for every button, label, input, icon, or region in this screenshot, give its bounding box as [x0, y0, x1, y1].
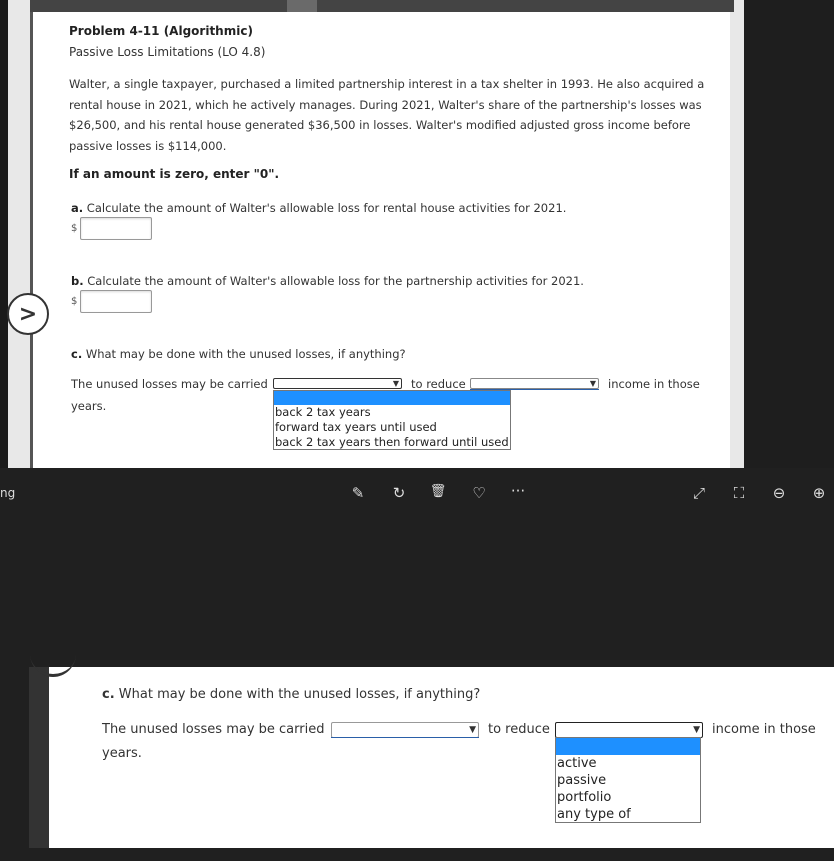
- heart-icon[interactable]: ♡: [469, 484, 489, 502]
- problem-card-rail: [30, 12, 33, 468]
- bottom-sentence-part2: to reduce: [488, 722, 550, 737]
- chevron-down-icon: ▼: [469, 725, 476, 735]
- question-b-letter: b.: [71, 274, 84, 288]
- dropdown-option[interactable]: back 2 tax years then forward until used: [274, 435, 510, 450]
- question-c: c. What may be done with the unused loss…: [71, 347, 406, 361]
- zoom-in-icon[interactable]: ⊕: [809, 484, 829, 502]
- chevron-down-icon: ▼: [693, 725, 700, 735]
- header-tab[interactable]: [287, 0, 317, 12]
- income-type-dropdown[interactable]: active passive portfolio any type of: [555, 737, 701, 823]
- sentence-part3: income in those: [608, 377, 700, 391]
- dropdown-option[interactable]: any type of: [556, 806, 700, 823]
- carry-direction-select[interactable]: ▼: [273, 378, 402, 389]
- bottom-sentence-part4: years.: [102, 746, 142, 761]
- next-arrow-button[interactable]: >: [7, 293, 49, 335]
- question-c-letter: c.: [71, 347, 83, 361]
- zero-instruction: If an amount is zero, enter "0".: [69, 167, 280, 181]
- bottom-carry-underline: [331, 737, 479, 738]
- chevron-down-icon: ▼: [392, 379, 399, 388]
- dropdown-option[interactable]: active: [556, 755, 700, 772]
- fit-screen-icon[interactable]: ⛶: [729, 484, 749, 502]
- edit-image-icon[interactable]: ✎: [348, 484, 368, 502]
- question-a-text: Calculate the amount of Walter's allowab…: [86, 201, 567, 215]
- dollar-sign-b: $: [71, 296, 78, 307]
- dropdown-option[interactable]: portfolio: [556, 789, 700, 806]
- answer-b-input[interactable]: [80, 290, 152, 313]
- dropdown-option-blank[interactable]: [274, 391, 510, 405]
- toolbar-edge-text: ng: [0, 486, 16, 500]
- income-type-select[interactable]: ▼: [470, 378, 599, 389]
- dropdown-option[interactable]: back 2 tax years: [274, 405, 510, 420]
- bottom-question-c-letter: c.: [102, 687, 115, 702]
- dropdown-option[interactable]: forward tax years until used: [274, 420, 510, 435]
- sentence-part1: The unused losses may be carried: [71, 377, 268, 391]
- problem-subtitle: Passive Loss Limitations (LO 4.8): [69, 45, 266, 59]
- problem-title: Problem 4-11 (Algorithmic): [69, 24, 253, 38]
- bottom-question-c-text: What may be done with the unused losses,…: [118, 687, 481, 702]
- sentence-part2: to reduce: [411, 377, 466, 391]
- question-c-text: What may be done with the unused losses,…: [85, 347, 406, 361]
- right-dark-edge: [744, 0, 834, 468]
- more-icon[interactable]: ···: [508, 482, 528, 500]
- header-strip: [30, 0, 734, 12]
- bottom-carry-direction-select[interactable]: ▼: [331, 722, 479, 738]
- expand-icon[interactable]: ⤢: [689, 484, 709, 502]
- question-a-letter: a.: [71, 201, 84, 215]
- zoom-out-icon[interactable]: ⊖: [769, 484, 789, 502]
- dropdown-option-blank[interactable]: [556, 738, 700, 755]
- bottom-question-c: c. What may be done with the unused loss…: [102, 687, 480, 702]
- left-dark-edge: [0, 0, 8, 468]
- dollar-sign-a: $: [71, 223, 78, 234]
- question-b-text: Calculate the amount of Walter's allowab…: [87, 274, 584, 288]
- question-a: a. Calculate the amount of Walter's allo…: [71, 201, 566, 215]
- bottom-income-type-select[interactable]: ▼: [555, 722, 703, 738]
- chevron-down-icon: ▼: [589, 379, 596, 388]
- rotate-icon[interactable]: ↻: [389, 484, 409, 502]
- chevron-right-icon: >: [18, 301, 38, 327]
- sentence-part4: years.: [71, 399, 107, 413]
- delete-icon[interactable]: 🗑: [428, 484, 448, 499]
- bottom-sentence-part1: The unused losses may be carried: [102, 722, 325, 737]
- problem-paragraph: Walter, a single taxpayer, purchased a l…: [69, 77, 705, 153]
- carry-direction-dropdown[interactable]: back 2 tax years forward tax years until…: [273, 390, 511, 450]
- question-b: b. Calculate the amount of Walter's allo…: [71, 274, 584, 288]
- answer-a-input[interactable]: [80, 217, 152, 240]
- dropdown-option[interactable]: passive: [556, 772, 700, 789]
- bottom-rail: [29, 667, 49, 848]
- bottom-sentence-part3: income in those: [712, 722, 816, 737]
